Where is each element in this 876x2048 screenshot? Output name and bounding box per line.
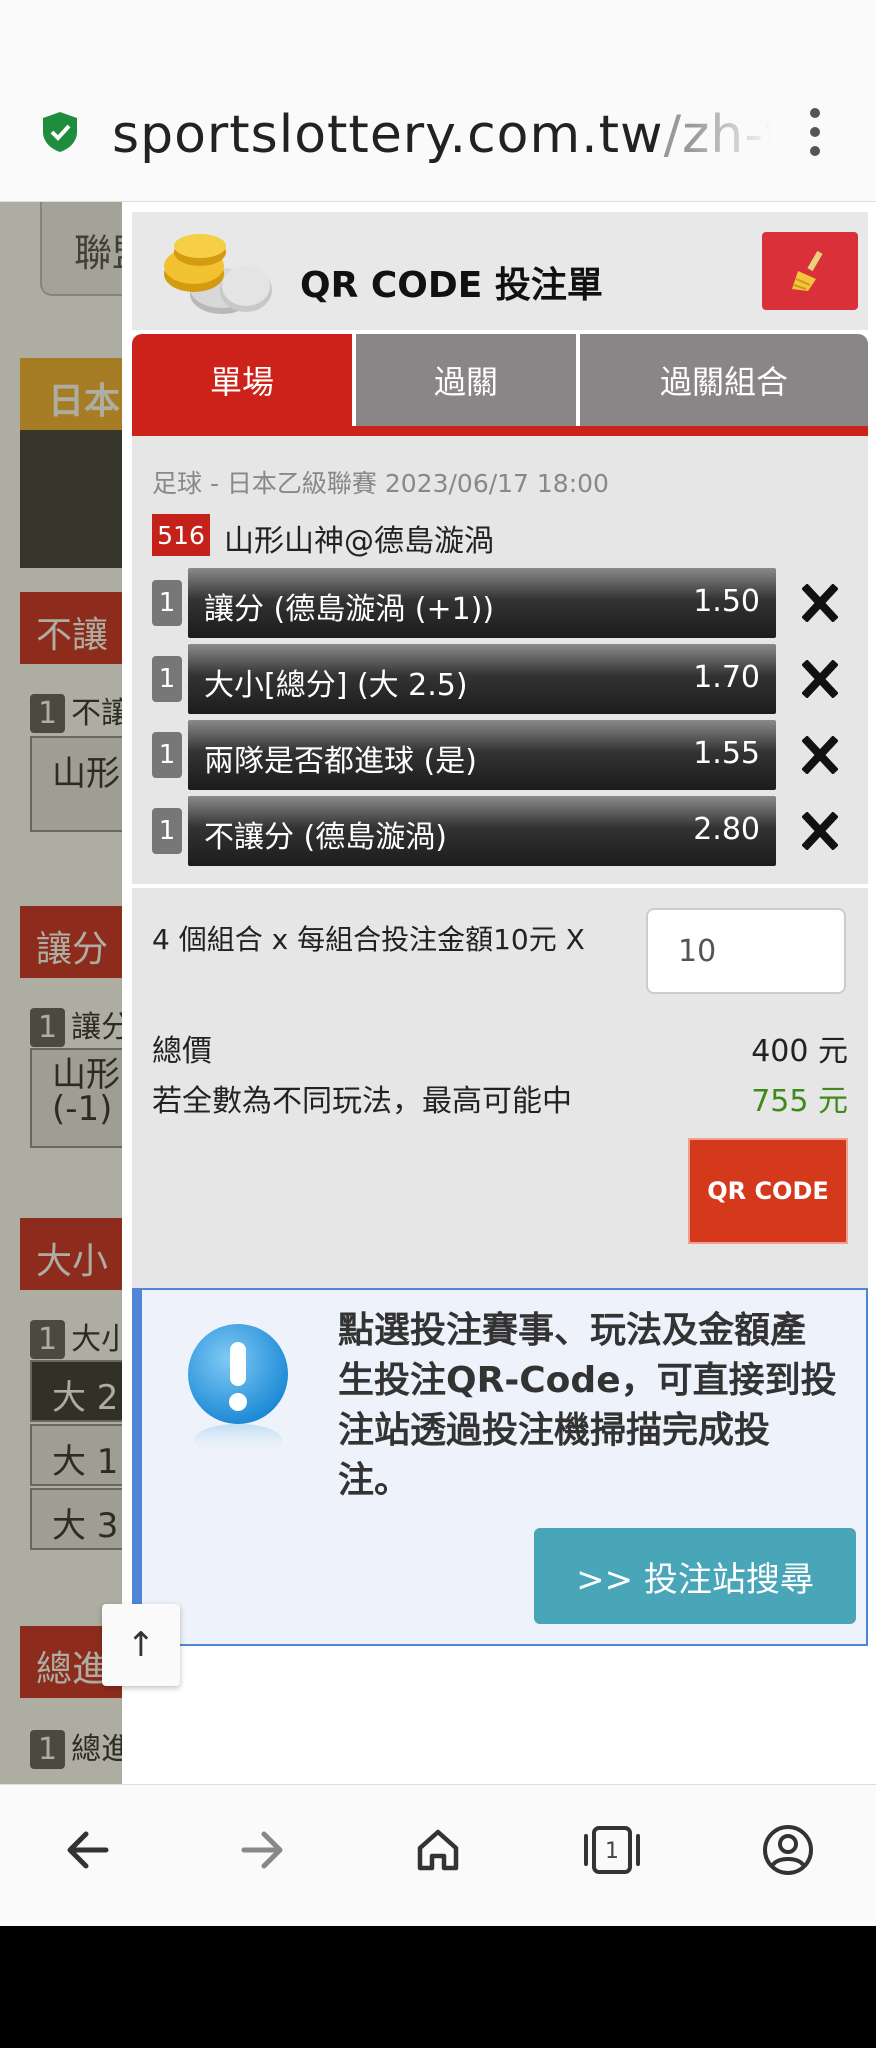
bet-quantity: 1 <box>152 656 182 702</box>
max-win-value: 755 元 <box>751 1084 848 1119</box>
stake-input[interactable] <box>646 908 846 994</box>
account-icon <box>763 1825 813 1875</box>
home-icon <box>417 1829 459 1871</box>
bet-odds: 1.55 <box>693 736 760 771</box>
bet-selection[interactable]: 兩隊是否都進球 (是) 1.55 <box>188 720 776 790</box>
remove-bet-icon[interactable] <box>802 660 838 698</box>
match-number-badge: 516 <box>152 514 210 556</box>
tab-parlay[interactable]: 過關 <box>356 334 576 426</box>
bet-type-tabs: 單場 過關 過關組合 <box>132 334 868 436</box>
bet-name: 兩隊是否都進球 (是) <box>204 744 477 779</box>
browser-bottom-nav: 1 <box>0 1784 876 1926</box>
clear-slip-button[interactable] <box>762 232 858 310</box>
tab-parlay-combo[interactable]: 過關組合 <box>580 334 868 426</box>
remove-bet-icon[interactable] <box>802 736 838 774</box>
arrow-right-icon <box>241 1831 283 1869</box>
tab-single[interactable]: 單場 <box>132 334 352 426</box>
max-win-label: 若全數為不同玩法，最高可能中 <box>152 1084 572 1119</box>
bet-slip-title: QR CODE 投注單 <box>300 265 603 306</box>
info-notice: 點選投注賽事、玩法及金額產生投注QR-Code，可直接到投注站透過投注機掃描完成… <box>132 1288 868 1646</box>
scroll-to-top-button[interactable]: ↑ <box>102 1604 180 1686</box>
bet-name: 不讓分 (德島漩渦) <box>204 820 447 855</box>
bet-slip-header: QR CODE 投注單 <box>132 212 868 330</box>
match-teams: 山形山神@德島漩渦 <box>224 524 494 559</box>
bet-selection[interactable]: 不讓分 (德島漩渦) 2.80 <box>188 796 776 866</box>
bet-slip-panel: QR CODE 投注單 單場 過關 過關組合 足球 - 日本乙級聯賽 2023/… <box>122 202 876 1784</box>
tabs-icon: 1 <box>584 1826 640 1874</box>
forward-button[interactable] <box>228 1815 298 1885</box>
remove-bet-icon[interactable] <box>802 584 838 622</box>
secure-shield-icon[interactable] <box>40 110 80 154</box>
remove-bet-icon[interactable] <box>802 812 838 850</box>
total-price-value: 400 元 <box>751 1034 848 1069</box>
browser-menu-icon[interactable] <box>800 108 830 156</box>
bet-quantity: 1 <box>152 580 182 626</box>
bet-row: 1 讓分 (德島漩渦 (+1)) 1.50 <box>152 568 852 638</box>
broom-icon <box>792 250 823 291</box>
browser-toolbar: sportslottery.com.tw/zh-tw <box>0 0 876 202</box>
tab-underline <box>132 426 868 436</box>
bet-odds: 2.80 <box>693 812 760 847</box>
url-domain: sportslottery.com.tw <box>112 105 664 165</box>
tab-count: 1 <box>605 1839 619 1864</box>
qr-code-button[interactable]: QR CODE <box>688 1138 848 1244</box>
bet-row: 1 兩隊是否都進球 (是) 1.55 <box>152 720 852 790</box>
bet-odds: 1.70 <box>693 660 760 695</box>
bet-quantity: 1 <box>152 808 182 854</box>
combo-description: 4 個組合 x 每組合投注金額10元 X <box>152 923 585 956</box>
bet-row: 1 大小[總分] (大 2.5) 1.70 <box>152 644 852 714</box>
bet-quantity: 1 <box>152 732 182 778</box>
total-price-label: 總價 <box>152 1034 212 1069</box>
coins-icon <box>164 234 272 314</box>
bet-odds: 1.50 <box>693 584 760 619</box>
info-text: 點選投注賽事、玩法及金額產生投注QR-Code，可直接到投注站透過投注機掃描完成… <box>338 1310 837 1501</box>
exclamation-icon <box>188 1324 288 1456</box>
bet-selection[interactable]: 大小[總分] (大 2.5) 1.70 <box>188 644 776 714</box>
bet-selection[interactable]: 讓分 (德島漩渦 (+1)) 1.50 <box>188 568 776 638</box>
back-button[interactable] <box>52 1815 122 1885</box>
arrow-up-icon: ↑ <box>126 1625 156 1665</box>
account-button[interactable] <box>753 1815 823 1885</box>
url-path: /zh-tw <box>663 105 772 165</box>
arrow-left-icon <box>67 1831 109 1869</box>
station-search-button[interactable]: >> 投注站搜尋 <box>534 1528 856 1624</box>
bet-name: 大小[總分] (大 2.5) <box>204 668 468 703</box>
system-nav-bar <box>0 1926 876 2048</box>
bet-list: 足球 - 日本乙級聯賽 2023/06/17 18:00 516 山形山神@德島… <box>132 436 868 884</box>
bet-name: 讓分 (德島漩渦 (+1)) <box>204 592 495 627</box>
home-button[interactable] <box>403 1815 473 1885</box>
address-bar[interactable]: sportslottery.com.tw/zh-tw <box>112 102 772 168</box>
bet-row: 1 不讓分 (德島漩渦) 2.80 <box>152 796 852 866</box>
tabs-button[interactable]: 1 <box>577 1815 647 1885</box>
match-info: 足球 - 日本乙級聯賽 2023/06/17 18:00 <box>152 469 609 498</box>
